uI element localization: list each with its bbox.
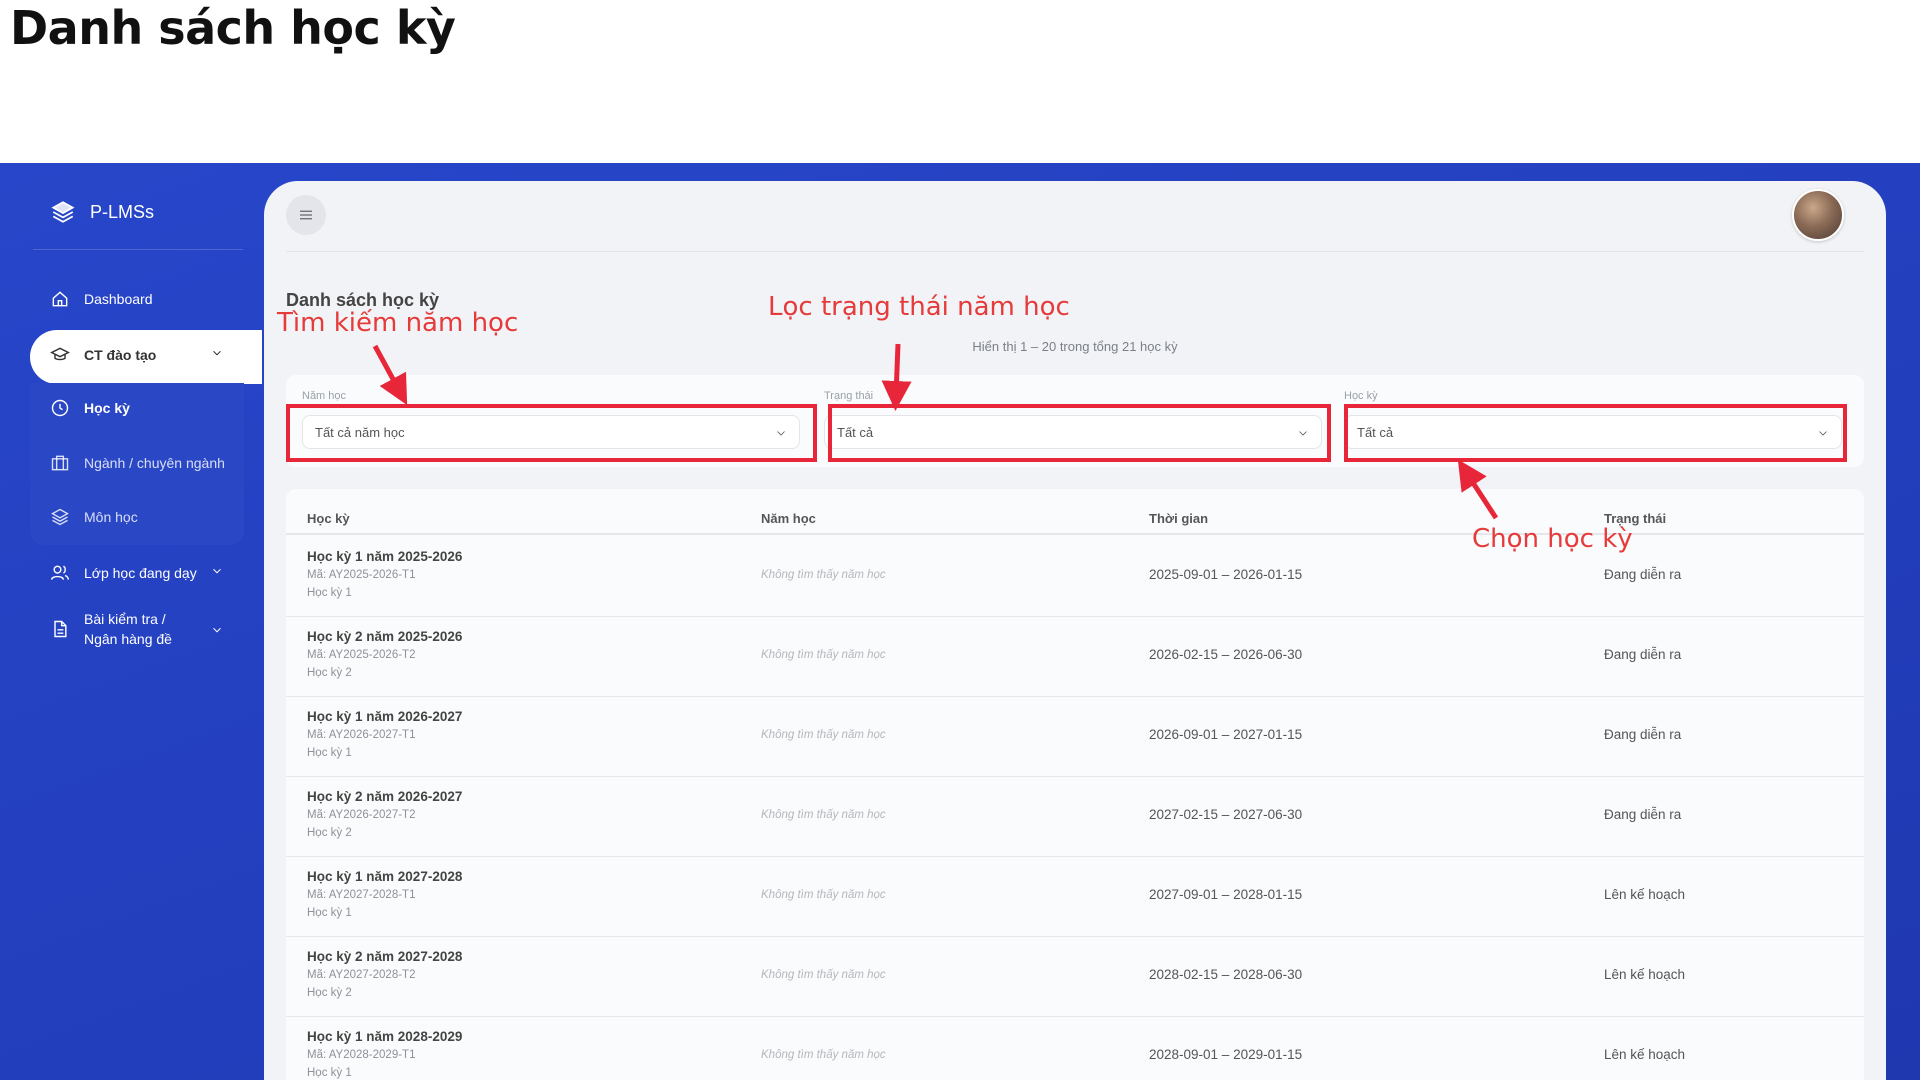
annotation-arrows [372, 343, 1499, 520]
arrow-to-year-select [372, 344, 408, 406]
arrow-to-status-select [881, 343, 912, 411]
arrow-to-term-select [1457, 459, 1499, 520]
